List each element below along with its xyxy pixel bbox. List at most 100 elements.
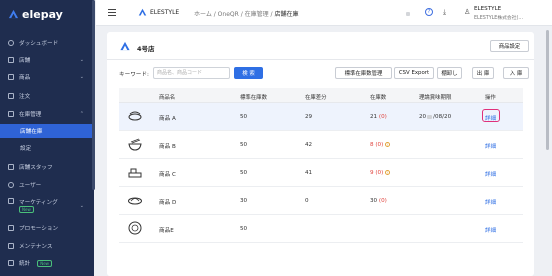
table-row: 商品E 50 詳細 xyxy=(119,215,523,243)
table-row: 商品 B 50 42 8 (0)! 詳細 xyxy=(119,131,523,159)
dashboard-icon xyxy=(8,40,14,46)
sidebar-item-marketing[interactable]: マーケティング New ⌄ xyxy=(0,196,94,214)
keyword-label: キーワード: xyxy=(119,72,149,78)
store-logo-icon xyxy=(138,8,147,16)
noodle-bowl-icon xyxy=(128,138,142,151)
header-stock: 在庫数 xyxy=(370,95,387,101)
breadcrumb-inventory[interactable]: 在庫管理 xyxy=(245,11,269,18)
sidebar-item-store-inventory[interactable]: 店舗在庫 xyxy=(0,124,94,138)
outbound-button[interactable]: 出 庫 xyxy=(472,67,494,79)
help-icon[interactable]: ? xyxy=(425,8,433,16)
focus-highlight xyxy=(482,109,500,122)
plate-icon xyxy=(128,221,142,235)
sidebar-item-promotion[interactable]: プロモーション xyxy=(0,221,94,235)
product-name: 商品 D xyxy=(159,200,177,206)
product-icon xyxy=(8,74,14,80)
elepay-logo-icon xyxy=(8,9,19,19)
detail-link[interactable]: 詳細 xyxy=(482,109,500,122)
inbound-button[interactable]: 入 庫 xyxy=(503,67,529,79)
product-settings-button[interactable]: 商品設定 xyxy=(490,40,529,52)
chevron-down-icon: ⌄ xyxy=(79,74,84,80)
sidebar-item-store[interactable]: 店舗 ⌄ xyxy=(0,53,94,67)
order-icon xyxy=(8,93,14,99)
standard-stock: 50 xyxy=(240,142,248,148)
breadcrumb: ホーム / OneQR / 在庫管理 / 店舗在庫 xyxy=(194,11,299,18)
stats-icon xyxy=(8,260,14,266)
stock-count: 21 (0) xyxy=(370,114,387,120)
sidebar-item-maintenance[interactable]: メンテナンス xyxy=(0,239,94,253)
sidebar: elepay ダッシュボード 店舗 ⌄ 商品 ⌄ 注文 在庫管理 ⌃ 店舗在庫 設定 … xyxy=(0,0,95,276)
standard-inventory-button[interactable]: 標準在庫数管理 xyxy=(335,67,392,79)
expiry-date: 20/08/20 xyxy=(419,114,452,120)
promotion-icon xyxy=(8,225,14,231)
sidebar-scrollbar[interactable] xyxy=(92,0,95,190)
detail-link[interactable]: 詳細 xyxy=(485,170,496,178)
stock-count: 9 (0)! xyxy=(370,170,391,176)
sidebar-item-stats[interactable]: 統計 New xyxy=(0,256,94,270)
table-header: 商品名 標準在庫数 在庫差分 在庫数 理論賞味期限 操作 xyxy=(119,88,523,103)
breadcrumb-oneqr[interactable]: OneQR xyxy=(218,11,239,18)
detail-link[interactable]: 詳細 xyxy=(485,226,496,234)
menu-toggle-icon[interactable] xyxy=(108,9,116,16)
chevron-down-icon: ⌄ xyxy=(79,57,84,63)
stock-diff: 42 xyxy=(305,142,313,148)
sidebar-item-staff[interactable]: 店舗スタッフ xyxy=(0,160,94,174)
standard-stock: 50 xyxy=(240,114,248,120)
chevron-up-icon: ⌃ xyxy=(79,111,84,117)
store-logo-icon xyxy=(120,41,130,51)
csv-export-button[interactable]: CSV Export xyxy=(394,67,434,79)
store-icon xyxy=(8,57,14,63)
meat-icon xyxy=(128,111,142,121)
warning-icon: ! xyxy=(385,142,391,147)
inventory-icon xyxy=(8,111,14,117)
inventory-card: 4号店 商品設定 キーワード: 商品名、商品コード 検 索 標準在庫数管理 CS… xyxy=(107,32,534,276)
standard-stock: 50 xyxy=(240,170,248,176)
sidebar-item-inventory[interactable]: 在庫管理 ⌃ xyxy=(0,107,94,121)
chevron-down-icon: ⌄ xyxy=(79,203,84,209)
rice-bowl-icon xyxy=(128,197,142,205)
product-name: 商品 C xyxy=(159,172,176,178)
detail-link[interactable]: 詳細 xyxy=(485,198,496,206)
product-name: 商品 A xyxy=(159,116,176,122)
sidebar-item-product[interactable]: 商品 ⌄ xyxy=(0,70,94,84)
table-row: 商品 D 30 0 30 (0) 詳細 xyxy=(119,187,523,215)
warning-icon: ! xyxy=(385,170,391,175)
header-action: 操作 xyxy=(485,95,496,101)
marketing-icon xyxy=(8,198,14,204)
page-title: 4号店 xyxy=(137,45,155,53)
new-badge: New xyxy=(37,259,52,267)
standard-stock: 30 xyxy=(240,198,248,204)
stocktake-button[interactable]: 棚卸し xyxy=(437,67,462,79)
stock-count: 8 (0)! xyxy=(370,142,391,148)
store-switcher[interactable]: ELESTYLE xyxy=(150,9,179,16)
user-name[interactable]: ELESTYLE xyxy=(474,6,501,12)
redacted-mark xyxy=(406,12,410,16)
sidebar-item-user[interactable]: ユーザー xyxy=(0,178,94,192)
divider xyxy=(107,59,534,60)
staff-icon xyxy=(8,164,14,170)
header-stock-diff: 在庫差分 xyxy=(305,95,327,101)
stock-diff: 41 xyxy=(305,170,313,176)
sidebar-item-dashboard[interactable]: ダッシュボード xyxy=(0,36,94,50)
redacted-mark xyxy=(427,114,433,119)
logo[interactable]: elepay xyxy=(8,8,63,21)
breadcrumb-home[interactable]: ホーム xyxy=(194,11,212,18)
download-icon[interactable]: ⤓ xyxy=(443,8,446,17)
standard-stock: 50 xyxy=(240,226,248,232)
detail-link[interactable]: 詳細 xyxy=(485,142,496,150)
main-scrollbar[interactable] xyxy=(546,30,549,150)
user-icon[interactable]: ♙ xyxy=(464,8,470,16)
sidebar-item-order[interactable]: 注文 xyxy=(0,89,94,103)
sidebar-item-settings[interactable]: 設定 xyxy=(0,141,94,155)
user-company: ELESTYLE株式会社(... xyxy=(474,16,523,21)
search-button[interactable]: 検 索 xyxy=(234,67,263,79)
maintenance-icon xyxy=(8,243,14,249)
bento-icon xyxy=(128,168,142,178)
topbar: ELESTYLE ホーム / OneQR / 在庫管理 / 店舗在庫 ? ⤓ ♙… xyxy=(96,0,552,26)
search-input[interactable]: 商品名、商品コード xyxy=(153,67,230,79)
table-row: 商品 C 50 41 9 (0)! 詳細 xyxy=(119,159,523,187)
product-name: 商品 B xyxy=(159,144,176,150)
stock-diff: 29 xyxy=(305,114,313,120)
header-product-name: 商品名 xyxy=(159,95,176,101)
table-row: 商品 A 50 29 21 (0) 20/08/20 詳細 xyxy=(119,103,523,131)
